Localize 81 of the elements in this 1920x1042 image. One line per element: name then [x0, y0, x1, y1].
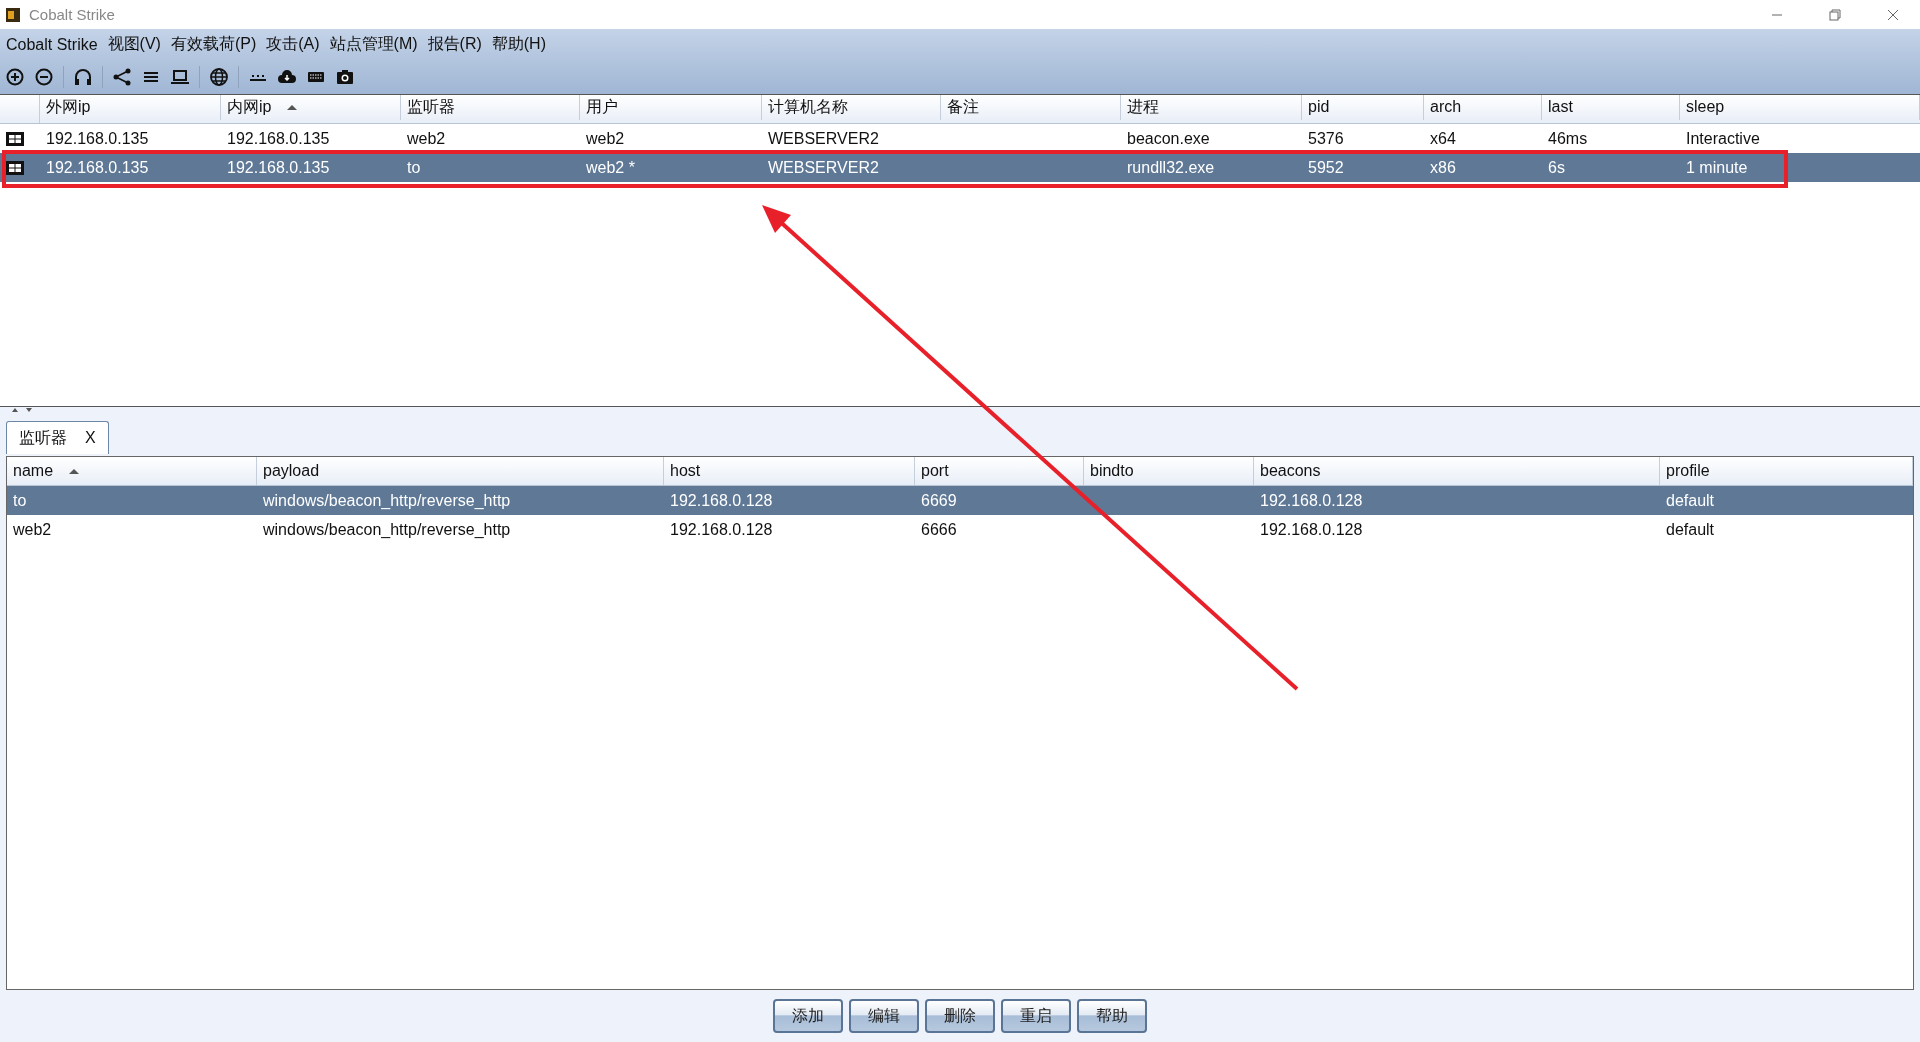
table-cell-text: web2 *: [585, 158, 636, 177]
restore-icon[interactable]: [1828, 7, 1842, 22]
table-cell-text: web2: [12, 520, 53, 539]
table-cell-text: 46ms: [1547, 129, 1589, 148]
column-header[interactable]: sleep: [1680, 95, 1920, 120]
table-cell-text: 192.168.0.128: [1259, 520, 1364, 539]
computer-icon: [6, 131, 24, 146]
column-header[interactable]: 外网ip: [40, 95, 221, 120]
table-cell-text: to: [12, 491, 28, 510]
table-cell-text: web2: [585, 129, 626, 148]
menu-item[interactable]: 站点管理(M): [329, 34, 418, 55]
tab-close-button[interactable]: X: [85, 429, 96, 447]
column-header[interactable]: 用户: [580, 95, 762, 120]
column-header[interactable]: name: [7, 457, 257, 485]
app-icon: [5, 6, 21, 23]
session-row[interactable]: 192.168.0.135 192.168.0.135 web2 web2 WEBSERVER2 beacon.exe 5376 x64 46ms Interactive: [0, 124, 1920, 153]
table-cell-text: 192.168.0.128: [669, 491, 774, 510]
menu-item[interactable]: 有效载荷(P): [170, 34, 257, 55]
action-button[interactable]: 帮助: [1077, 999, 1147, 1033]
table-cell-text: 6669: [920, 491, 958, 510]
camera-icon[interactable]: [335, 67, 355, 87]
table-cell-text: default: [1665, 520, 1716, 539]
listener-row[interactable]: web2 windows/beacon_http/reverse_http 192.168.0.128 6666 192.168.0.128 default: [7, 515, 1913, 544]
table-cell-text: 6s: [1547, 158, 1566, 177]
table-cell-text: WEBSERVER2: [767, 129, 880, 148]
listener-row[interactable]: to windows/beacon_http/reverse_http 192.168.0.128 6669 192.168.0.128 default: [7, 486, 1913, 515]
column-header[interactable]: beacons: [1254, 457, 1660, 485]
column-header[interactable]: 进程: [1121, 95, 1302, 120]
column-header[interactable]: host: [664, 457, 915, 485]
minus-circle-icon[interactable]: [34, 67, 54, 87]
window-title: Cobalt Strike: [29, 6, 115, 23]
column-header[interactable]: profile: [1660, 457, 1913, 485]
table-cell-text: 192.168.0.135: [45, 129, 150, 148]
column-header[interactable]: payload: [257, 457, 664, 485]
menu-item[interactable]: 攻击(A): [266, 34, 320, 55]
column-header[interactable]: port: [915, 457, 1084, 485]
table-cell-text: 192.168.0.135: [226, 129, 331, 148]
table-cell-text: web2: [406, 129, 447, 148]
table-cell-text: 1 minute: [1685, 158, 1749, 177]
share-icon[interactable]: [112, 67, 132, 87]
table-cell-text: windows/beacon_http/reverse_http: [262, 520, 512, 539]
plus-circle-icon[interactable]: [5, 67, 25, 87]
table-cell-text: 192.168.0.128: [1259, 491, 1364, 510]
headphones-icon[interactable]: [73, 67, 93, 87]
table-cell-text: 192.168.0.135: [45, 158, 150, 177]
table-cell-text: 5952: [1307, 158, 1345, 177]
column-header[interactable]: 内网ip: [221, 95, 401, 120]
column-header[interactable]: bindto: [1084, 457, 1254, 485]
column-header[interactable]: 监听器: [401, 95, 580, 120]
table-cell-text: x64: [1429, 129, 1457, 148]
table-cell-text: default: [1665, 491, 1716, 510]
table-cell-text: x86: [1429, 158, 1457, 177]
column-header[interactable]: 备注: [941, 95, 1121, 120]
session-row[interactable]: 192.168.0.135 192.168.0.135 to web2 * WEBSERVER2 rundll32.exe 5952 x86 6s 1 minute: [0, 153, 1920, 182]
action-button[interactable]: 编辑: [849, 999, 919, 1033]
menu-item[interactable]: 帮助(H): [491, 34, 546, 55]
action-button[interactable]: 重启: [1001, 999, 1071, 1033]
computer-icon: [6, 160, 24, 175]
table-cell-text: WEBSERVER2: [767, 158, 880, 177]
column-header[interactable]: 计算机名称: [762, 95, 941, 120]
table-cell-text: 192.168.0.135: [226, 158, 331, 177]
action-button[interactable]: 添加: [773, 999, 843, 1033]
menu-item[interactable]: 报告(R): [427, 34, 482, 55]
menu-item[interactable]: Cobalt Strike: [6, 35, 98, 54]
menu-item[interactable]: 视图(V): [107, 34, 161, 55]
laptop-icon[interactable]: [170, 67, 190, 87]
column-header[interactable]: arch: [1424, 95, 1542, 120]
action-button[interactable]: 删除: [925, 999, 995, 1033]
table-cell-text: windows/beacon_http/reverse_http: [262, 491, 512, 510]
column-header[interactable]: last: [1542, 95, 1680, 120]
table-cell-text: to: [406, 158, 422, 177]
table-cell-text: Interactive: [1685, 129, 1761, 148]
listeners-tab[interactable]: 监听器 X: [6, 421, 109, 454]
table-cell-text: 5376: [1307, 129, 1345, 148]
table-cell-text: 6666: [920, 520, 958, 539]
table-cell-text: beacon.exe: [1126, 129, 1211, 148]
globe-icon[interactable]: [209, 67, 229, 87]
table-cell-text: rundll32.exe: [1126, 158, 1216, 177]
close-icon[interactable]: [1886, 7, 1900, 22]
column-header[interactable]: pid: [1302, 95, 1424, 120]
table-cell-text: 192.168.0.128: [669, 520, 774, 539]
